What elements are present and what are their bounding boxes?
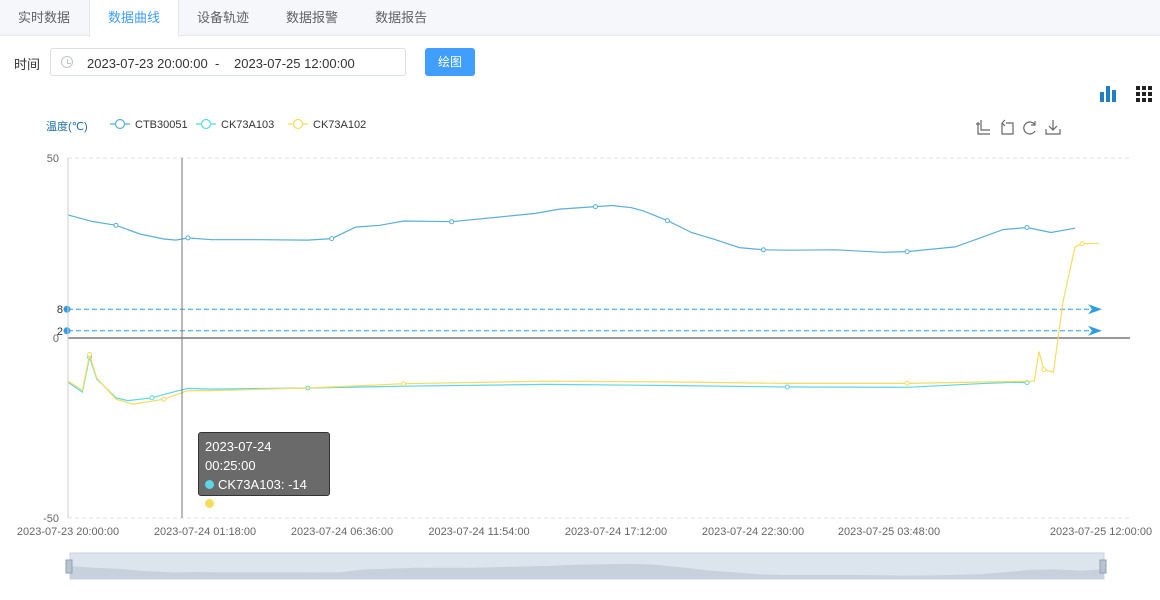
threshold-lines: 82 [57,304,1102,338]
restore-icon-path [1023,121,1036,135]
data-point [87,352,93,358]
legend-dot-ck73a103 [205,480,214,489]
threshold-label: 2 [57,326,63,338]
y-tick-label: 50 [47,153,59,165]
data-point [329,236,335,242]
range-start-input[interactable]: 2023-07-23 20:00:00 [87,56,208,71]
series-line-ck73a103 [67,354,1028,402]
data-point [161,396,167,402]
x-tick-label: 2023-07-24 11:54:00 [428,526,529,538]
data-point [1079,241,1085,247]
zoom-handle-left [65,559,73,574]
tooltip-time: 2023-07-24 00:25:00 [205,439,272,473]
data-point [664,218,670,224]
zoom-icon[interactable] [976,120,990,135]
y-axis-label: 温度(℃) [46,119,88,133]
zoom-icon-path [976,120,990,135]
series-lines [67,204,1100,405]
tab-data-report[interactable]: 数据报告 [357,0,446,36]
chart-tooltip: 2023-07-24 00:25:00 CK73A103: -14 CK73A1… [198,432,330,511]
clock-icon [61,56,73,68]
time-label: 时间 [14,57,41,72]
data-point [760,247,766,253]
x-tick-label: 2023-07-25 12:00:00 [1050,526,1152,538]
y-tick-label: 0 [53,333,59,345]
tab-realtime-data[interactable]: 实时数据 [0,0,89,36]
data-point [113,222,119,228]
tooltip-value: CK73A103: -14 [218,477,307,492]
zoom-handle-right [1099,559,1107,574]
threshold-label: 8 [57,304,63,316]
x-tick-label: 2023-07-24 17:12:00 [565,526,667,538]
x-tick-label: 2023-07-25 03:48:00 [838,526,940,538]
data-point [1024,380,1030,386]
tooltip-value: CK73A102: -14.6 [218,496,318,511]
data-zoom-slider[interactable] [65,552,1107,580]
series-line-ck73a102 [67,242,1100,405]
tooltip-row: CK73A102: -14.6 [205,494,323,513]
view-switch [1098,84,1156,104]
data-point [185,235,191,241]
threshold-start-dot [63,327,71,335]
zoom-reset-icon-path [1001,119,1014,135]
x-tick-label: 2023-07-24 06:36:00 [291,526,393,538]
grid-icon[interactable] [1136,86,1152,102]
threshold-arrow [1088,325,1102,336]
tab-data-alarm[interactable]: 数据报警 [268,0,357,36]
data-point [904,249,910,255]
legend-label-ck73a103: CK73A103 [221,119,274,131]
legend-dot-ck73a102 [205,499,214,508]
query-toolbar: 时间 2023-07-23 20:00:00 - 2023-07-25 12:0… [0,46,1160,78]
date-range-picker[interactable]: 2023-07-23 20:00:00 - 2023-07-25 12:00:0… [50,48,406,76]
tab-data-curve[interactable]: 数据曲线 [89,0,180,37]
tab-bar: 实时数据 数据曲线 设备轨迹 数据报警 数据报告 [0,0,1160,37]
range-end-input[interactable]: 2023-07-25 12:00:00 [234,56,355,71]
data-point [87,354,93,360]
threshold-start-dot [63,305,71,313]
x-tick-label: 2023-07-24 01:18:00 [154,526,256,538]
range-separator: - [215,56,220,71]
data-point [904,380,910,386]
zoom-track [69,552,1105,580]
tab-device-track[interactable]: 设备轨迹 [179,0,268,36]
chart-axes: 50 0 -502023-07-23 20:00:00 2023-07-24 01:1… [17,153,1152,538]
temperature-chart[interactable]: 82 500-502023-07-23 20:00:00 2023-07-24 0… [0,0,1160,600]
draw-button[interactable]: 绘图 [425,48,475,76]
zoom-reset-icon[interactable] [1001,119,1014,135]
threshold-arrow [1088,304,1102,315]
x-tick-label: 2023-07-23 20:00:00 [17,526,119,538]
save-image-icon[interactable] [1045,120,1061,135]
data-point [1024,224,1030,230]
data-point [592,204,598,210]
legend-marker [200,118,212,130]
restore-icon[interactable] [1023,121,1036,135]
x-tick-label: 2023-07-24 22:30:00 [702,526,804,538]
data-point [149,395,155,401]
zoom-preview-area [70,563,1104,579]
y-tick-label: -50 [43,513,59,525]
data-point [401,381,407,387]
legend-label-ck73a102: CK73A102 [313,119,366,131]
series-line-ctb30051 [67,204,1076,253]
bar-chart-icon[interactable] [1100,86,1116,102]
chart-legend: 温度(℃) CTB30051 CK73A103 CK73A102 [46,118,366,133]
data-point [784,384,790,390]
save-image-icon-path [1045,120,1061,135]
data-point [449,219,455,225]
data-point [305,385,311,391]
data-point [1041,367,1047,373]
chart-toolbox [976,119,1061,135]
legend-marker [114,118,126,130]
legend-marker [292,118,304,130]
legend-label-ctb30051: CTB30051 [135,119,188,131]
tooltip-row: CK73A103: -14 [205,475,323,494]
